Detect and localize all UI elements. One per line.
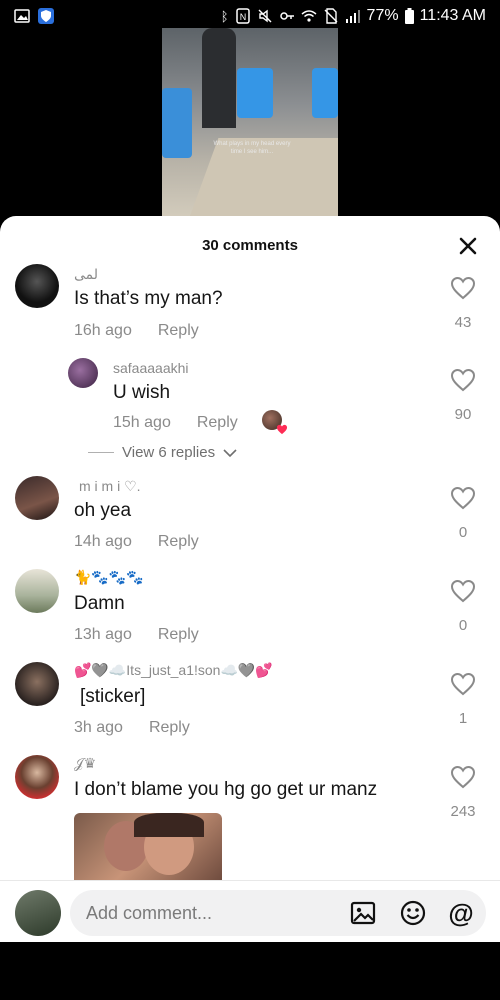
- comment-meta: 14h ago Reply: [74, 533, 199, 551]
- mention-icon[interactable]: @: [448, 900, 474, 926]
- comment-text: Damn: [74, 593, 125, 614]
- comment-username[interactable]: 🐈🐾🐾🐾: [74, 569, 144, 586]
- avatar[interactable]: [15, 264, 59, 308]
- reply-button[interactable]: Reply: [158, 626, 199, 643]
- reply-button[interactable]: Reply: [197, 414, 238, 431]
- like-count: 0: [458, 617, 468, 634]
- comment-input-bar: @: [0, 880, 500, 942]
- heart-icon[interactable]: [450, 276, 476, 300]
- like-button[interactable]: 0: [448, 579, 478, 634]
- video-chair: [162, 88, 192, 158]
- key-icon: [279, 12, 294, 20]
- comment-text: U wish: [113, 382, 171, 403]
- avatar[interactable]: [68, 358, 98, 388]
- shield-app-icon: [38, 8, 54, 24]
- wifi-icon: [301, 10, 317, 22]
- mute-icon: [258, 9, 272, 23]
- my-avatar[interactable]: [15, 890, 61, 936]
- nfc-icon: N: [235, 8, 250, 24]
- comment-username[interactable]: 💕🩶☁️Its_just_a1!son☁️🩶💕: [74, 662, 273, 679]
- reply-button[interactable]: Reply: [158, 322, 199, 339]
- comment-username[interactable]: m i m i ♡.: [79, 478, 141, 495]
- comment-time: 15h ago: [113, 414, 171, 431]
- avatar[interactable]: [15, 755, 59, 799]
- avatar[interactable]: [15, 476, 59, 520]
- comment-time: 13h ago: [74, 626, 132, 643]
- like-button[interactable]: 90: [448, 368, 478, 423]
- avatar[interactable]: [15, 662, 59, 706]
- comment-username[interactable]: لمى: [74, 266, 98, 283]
- heart-icon[interactable]: [450, 579, 476, 603]
- video-person: [202, 28, 236, 128]
- comment-text: [sticker]: [80, 686, 146, 707]
- video-preview[interactable]: What plays in my head every time I see h…: [162, 28, 338, 220]
- bluetooth-icon: ᛒ: [220, 8, 229, 24]
- heart-icon[interactable]: [450, 765, 476, 789]
- like-count: 1: [458, 710, 468, 727]
- image-icon[interactable]: [350, 900, 376, 926]
- comments-sheet: 30 comments لمى Is that’s my man? 16h ag…: [0, 216, 500, 942]
- battery-icon: [404, 8, 414, 24]
- clock: 11:43 AM: [419, 7, 486, 24]
- comment-time: 14h ago: [74, 533, 132, 550]
- comment-meta: 15h ago Reply: [113, 414, 238, 432]
- like-count: 0: [458, 524, 468, 541]
- like-count: 90: [454, 406, 472, 423]
- emoji-icon[interactable]: [400, 900, 426, 926]
- comments-count-title: 30 comments: [202, 236, 298, 254]
- gif-sticker-image[interactable]: [74, 813, 222, 883]
- comment-meta: 3h ago Reply: [74, 719, 190, 737]
- video-caption: What plays in my head every time I see h…: [213, 141, 291, 155]
- heart-icon: [276, 424, 288, 435]
- comment-time: 16h ago: [74, 322, 132, 339]
- divider: [88, 452, 114, 453]
- heart-icon[interactable]: [450, 486, 476, 510]
- reply-button[interactable]: Reply: [158, 533, 199, 550]
- video-chair: [237, 68, 273, 118]
- avatar[interactable]: [15, 569, 59, 613]
- comment-username[interactable]: safaaaaakhi: [113, 360, 189, 376]
- gallery-icon: [14, 9, 30, 23]
- heart-icon[interactable]: [450, 672, 476, 696]
- comment-time: 3h ago: [74, 719, 123, 736]
- comment-meta: 13h ago Reply: [74, 626, 199, 644]
- navigation-bar-area: [0, 942, 500, 1000]
- comment-username[interactable]: 𝒥♛: [74, 755, 96, 772]
- comment-text: Is that’s my man?: [74, 288, 223, 309]
- heart-icon[interactable]: [450, 368, 476, 392]
- view-replies-button[interactable]: View 6 replies: [88, 444, 237, 461]
- comment-field[interactable]: @: [70, 890, 486, 936]
- comment-meta: 16h ago Reply: [74, 322, 199, 340]
- view-replies-label: View 6 replies: [122, 444, 216, 461]
- chevron-down-icon: [223, 448, 237, 457]
- like-button[interactable]: 43: [448, 276, 478, 331]
- like-button[interactable]: 0: [448, 486, 478, 541]
- like-button[interactable]: 1: [448, 672, 478, 727]
- creator-liked-badge: [262, 410, 288, 435]
- comment-text: I don’t blame you hg go get ur manz: [74, 779, 378, 800]
- svg-text:N: N: [239, 12, 246, 22]
- video-chair: [312, 68, 338, 118]
- close-icon[interactable]: [458, 236, 478, 256]
- battery-percent: 77%: [366, 7, 399, 24]
- signal-icon: [345, 10, 360, 23]
- like-button[interactable]: 243: [448, 765, 478, 820]
- add-comment-input[interactable]: [86, 890, 336, 936]
- screen: ᛒ N 77% 11:43 AM What plays in my head e…: [0, 0, 500, 1000]
- no-sim-icon: [324, 8, 338, 24]
- reply-button[interactable]: Reply: [149, 719, 190, 736]
- like-count: 243: [450, 803, 476, 820]
- comment-text: oh yea: [74, 500, 132, 521]
- like-count: 43: [454, 314, 472, 331]
